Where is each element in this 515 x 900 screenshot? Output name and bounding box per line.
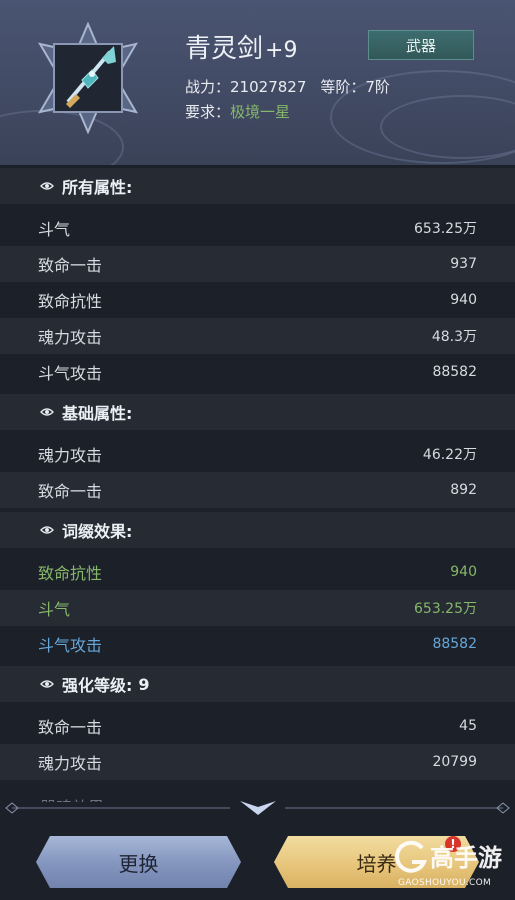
divider-ornament-icon — [5, 801, 510, 815]
rank-value: 7阶 — [365, 78, 390, 96]
attribute-name: 斗气攻击 — [38, 364, 103, 383]
attribute-value: 88582 — [432, 364, 477, 380]
power-value: 21027827 — [230, 78, 307, 96]
eye-icon — [40, 182, 54, 190]
attribute-name: 魂力攻击 — [38, 446, 103, 465]
attribute-name: 致命抗性 — [38, 564, 103, 583]
attribute-name: 斗气攻击 — [38, 636, 103, 655]
attribute-row: 斗气攻击 88582 — [0, 354, 515, 390]
attribute-name: 致命一击 — [38, 482, 103, 501]
site-watermark: 高手游 GAOSHOUYOU.COM — [384, 832, 512, 896]
attribute-name: 致命一击 — [38, 256, 103, 275]
item-header: 青灵剑+9 武器 战力：21027827 等阶：7阶 要求：极境一星 — [0, 0, 515, 165]
attribute-row: 魂力攻击 20799 — [0, 744, 515, 780]
attribute-value: 940 — [450, 292, 477, 308]
attribute-name: 魂力攻击 — [38, 754, 103, 773]
section-enhance-level: 强化等级: 9 — [0, 666, 515, 702]
requirement-value: 极境一星 — [230, 103, 291, 121]
requirement-line: 要求：极境一星 — [185, 101, 290, 122]
attribute-row: 魂力攻击 46.22万 — [0, 436, 515, 472]
attribute-value: 937 — [450, 256, 477, 272]
attribute-value: 892 — [450, 482, 477, 498]
attribute-name: 致命一击 — [38, 718, 103, 737]
attribute-row: 斗气 653.25万 — [0, 590, 515, 626]
attribute-row: 致命抗性 940 — [0, 554, 515, 590]
watermark-name: 高手游 — [430, 844, 502, 872]
attribute-value: 20799 — [432, 754, 477, 770]
attribute-value: 48.3万 — [431, 329, 477, 345]
attribute-value: 46.22万 — [422, 447, 477, 463]
attribute-name: 斗气 — [38, 220, 71, 239]
section-title: 所有属性: — [62, 178, 133, 197]
eye-icon — [40, 408, 54, 416]
attribute-name: 斗气 — [38, 600, 71, 619]
sword-icon — [37, 21, 139, 135]
item-title: 青灵剑+9 — [185, 28, 297, 65]
attribute-value: 45 — [459, 718, 477, 734]
power-line: 战力：21027827 等阶：7阶 — [185, 76, 390, 97]
section-title: 强化等级: — [62, 676, 133, 695]
section-title: 基础属性: — [62, 404, 133, 423]
watermark-logo-icon — [395, 840, 427, 873]
section-title: 词缀效果: — [62, 522, 133, 541]
eye-icon — [40, 680, 54, 688]
attribute-name: 致命抗性 — [38, 292, 103, 311]
enhance-level-value: 9 — [138, 674, 150, 694]
eye-icon — [40, 526, 54, 534]
item-level: +9 — [265, 38, 298, 63]
rank-label: 等阶： — [320, 78, 366, 96]
attribute-value: 653.25万 — [414, 601, 477, 617]
attribute-value: 940 — [450, 564, 477, 580]
item-name: 青灵剑 — [185, 34, 264, 64]
scroll-divider — [0, 797, 515, 819]
attribute-row: 致命一击 45 — [0, 708, 515, 744]
attribute-row: 致命一击 937 — [0, 246, 515, 282]
section-base-attributes: 基础属性: — [0, 394, 515, 430]
attribute-row: 致命抗性 940 — [0, 282, 515, 318]
attribute-row: 魂力攻击 48.3万 — [0, 318, 515, 354]
section-affix-effects: 词缀效果: — [0, 512, 515, 548]
attribute-row: 斗气 653.25万 — [0, 210, 515, 246]
attribute-list[interactable]: 所有属性: 斗气 653.25万 致命一击 937 致命抗性 940 魂力攻击 48.3… — [0, 168, 515, 802]
weapon-icon-frame[interactable] — [32, 21, 144, 135]
attribute-row: 致命一击 892 — [0, 472, 515, 508]
watermark-url: GAOSHOUYOU.COM — [398, 878, 492, 888]
section-all-attributes: 所有属性: — [0, 168, 515, 204]
attribute-name: 魂力攻击 — [38, 328, 103, 347]
attribute-value: 653.25万 — [414, 221, 477, 237]
power-label: 战力： — [185, 78, 231, 96]
item-type-badge: 武器 — [368, 30, 474, 60]
replace-button[interactable]: 更换 — [36, 836, 241, 888]
requirement-label: 要求： — [185, 103, 231, 121]
attribute-row: 斗气攻击 88582 — [0, 626, 515, 662]
attribute-value: 88582 — [432, 636, 477, 652]
